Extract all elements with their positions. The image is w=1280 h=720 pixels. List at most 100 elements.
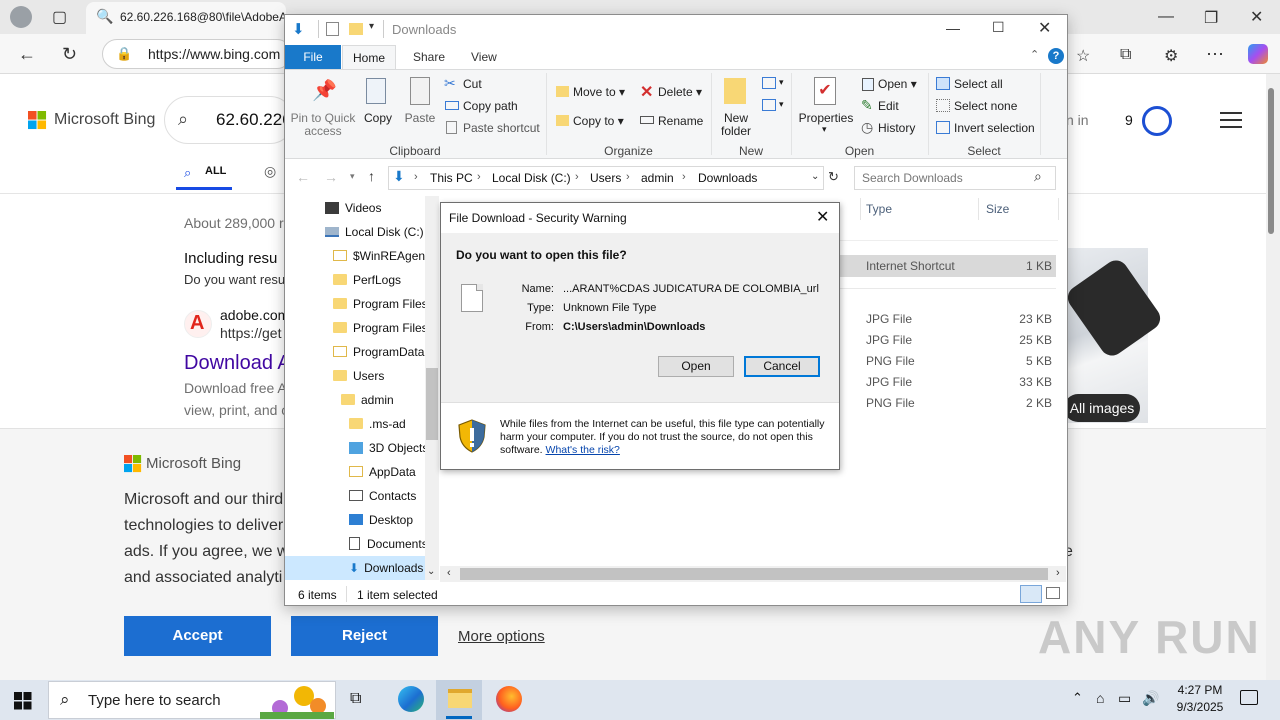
copy-path-button[interactable]: Copy path	[463, 99, 518, 113]
horizontal-scrollbar-thumb[interactable]	[460, 568, 1048, 580]
details-view-icon[interactable]	[1020, 585, 1042, 603]
tree-item-desktop[interactable]: Desktop	[349, 513, 425, 537]
close-icon[interactable]: ✕	[1250, 7, 1263, 27]
properties-dropdown-icon[interactable]: ▾	[822, 124, 827, 135]
minimize-icon[interactable]: —	[1158, 8, 1174, 26]
cancel-button[interactable]: Cancel	[744, 356, 820, 377]
result-title-link[interactable]: Download A	[184, 352, 291, 375]
notification-center-icon[interactable]	[1240, 690, 1258, 705]
invert-selection-button[interactable]: Invert selection	[954, 121, 1035, 135]
easy-access-icon[interactable]	[762, 99, 776, 111]
paste-button[interactable]: Paste	[402, 112, 438, 125]
rewards-icon[interactable]	[1142, 106, 1172, 136]
tree-item-documents[interactable]: Documents	[349, 537, 425, 561]
properties-qat-icon[interactable]	[326, 22, 339, 36]
favorite-icon[interactable]: ☆	[1076, 46, 1090, 66]
explorer-search-icon[interactable]: ⌕	[1034, 168, 1042, 185]
collections-icon[interactable]: ⧉	[1120, 46, 1131, 64]
open-button[interactable]: Open	[658, 356, 734, 377]
new-folder-button[interactable]: New folder	[714, 112, 758, 138]
all-images-button[interactable]: All images	[1064, 394, 1140, 422]
collapse-ribbon-icon[interactable]: ⌃	[1030, 48, 1039, 61]
paste-shortcut-button[interactable]: Paste shortcut	[463, 121, 540, 135]
large-icons-view-icon[interactable]	[1046, 587, 1060, 599]
pin-to-quick-access-button[interactable]: Pin to Quick access	[290, 112, 356, 138]
sign-in-link[interactable]: n in	[1066, 112, 1089, 128]
profile-avatar[interactable]	[10, 6, 32, 28]
firefox-taskbar-icon[interactable]	[496, 686, 522, 712]
move-to-button[interactable]: Move to ▾	[573, 85, 625, 99]
refresh-path-icon[interactable]: ↻	[828, 169, 839, 185]
back-arrow-icon[interactable]: ←	[296, 169, 310, 185]
explorer-minimize-icon[interactable]: —	[946, 20, 960, 36]
network-icon[interactable]: ▭	[1118, 690, 1131, 707]
tree-item-ms-ad[interactable]: .ms-ad	[349, 417, 425, 441]
taskbar-date[interactable]: 9/3/2025	[1170, 700, 1230, 714]
dialog-close-icon[interactable]: ✕	[816, 207, 829, 227]
more-icon[interactable]: ⋯	[1206, 44, 1224, 65]
result-site-name[interactable]: adobe.com	[220, 307, 289, 323]
back-icon[interactable]: ←	[18, 44, 36, 65]
bing-search-query[interactable]: 62.60.226	[216, 110, 292, 130]
breadcrumb-downloads[interactable]: Downloads	[698, 171, 757, 185]
help-icon[interactable]: ?	[1048, 48, 1064, 64]
cut-button[interactable]: Cut	[463, 77, 482, 91]
select-none-button[interactable]: Select none	[954, 99, 1017, 113]
refresh-icon[interactable]: ↻	[62, 44, 77, 65]
scroll-left-icon[interactable]: ‹	[447, 567, 451, 579]
copy-button[interactable]: Copy	[360, 112, 396, 125]
column-header-type[interactable]: Type	[866, 202, 892, 216]
rename-button[interactable]: Rename	[658, 114, 703, 128]
new-item-dropdown-icon[interactable]: ▾	[779, 77, 784, 88]
accept-button[interactable]: Accept	[124, 616, 271, 656]
taskbar-time[interactable]: 4:27 PM	[1170, 683, 1230, 697]
breadcrumb-local-disk[interactable]: Local Disk (C:)	[492, 171, 571, 185]
breadcrumb-users[interactable]: Users	[590, 171, 621, 185]
result-url[interactable]: https://get	[220, 325, 281, 341]
nav-pane-scrollbar-thumb[interactable]	[426, 368, 438, 440]
volume-icon[interactable]: 🔊	[1142, 690, 1159, 707]
bing-logo[interactable]: Microsoft Bing	[54, 111, 155, 129]
edit-button[interactable]: Edit	[878, 99, 899, 113]
page-scrollbar-thumb[interactable]	[1268, 88, 1274, 234]
tab-all[interactable]: ALL	[205, 165, 226, 177]
scroll-right-icon[interactable]: ›	[1056, 567, 1060, 579]
tab-home[interactable]: Home	[342, 45, 396, 70]
tree-item-appdata[interactable]: AppData	[349, 465, 425, 489]
did-you-mean-text[interactable]: Do you want resu	[184, 272, 285, 287]
file-explorer-taskbar-icon[interactable]	[448, 689, 472, 708]
select-all-button[interactable]: Select all	[954, 77, 1003, 91]
delete-button[interactable]: Delete ▾	[658, 85, 702, 99]
column-header-size[interactable]: Size	[986, 202, 1009, 216]
recent-locations-icon[interactable]: ▾	[350, 171, 355, 182]
history-button[interactable]: History	[878, 121, 915, 135]
open-button[interactable]: Open ▾	[878, 77, 917, 91]
edge-taskbar-icon[interactable]	[398, 686, 424, 712]
tab-share[interactable]: Share	[413, 50, 445, 64]
reject-button[interactable]: Reject	[291, 616, 438, 656]
new-folder-qat-icon[interactable]	[349, 23, 363, 35]
tab-file[interactable]: File	[285, 45, 341, 69]
tree-item-3d-objects[interactable]: 3D Objects	[349, 441, 425, 465]
lock-icon[interactable]: 🔒	[116, 46, 132, 62]
explorer-maximize-icon[interactable]: ☐	[992, 19, 1005, 36]
explorer-close-icon[interactable]: ✕	[1038, 18, 1051, 38]
tab-actions-icon[interactable]: ▢	[52, 7, 67, 27]
copilot-icon[interactable]	[1248, 44, 1268, 64]
show-hidden-icons-icon[interactable]: ⌃	[1072, 690, 1083, 706]
tree-item-contacts[interactable]: Contacts	[349, 489, 425, 513]
search-icon[interactable]: ⌕	[178, 109, 188, 130]
device-icon[interactable]: ⌂	[1096, 690, 1104, 706]
copilot-tab-icon[interactable]: ◎	[264, 163, 276, 180]
easy-access-dropdown-icon[interactable]: ▾	[779, 99, 784, 110]
extensions-icon[interactable]: ⚙	[1164, 46, 1178, 66]
more-options-link[interactable]: More options	[458, 628, 545, 645]
whats-the-risk-link[interactable]: What's the risk?	[546, 444, 620, 456]
path-dropdown-icon[interactable]: ⌄	[811, 171, 819, 182]
scroll-down-icon[interactable]: ⌄	[427, 566, 435, 577]
forward-arrow-icon[interactable]: →	[324, 169, 338, 185]
breadcrumb-this-pc[interactable]: This PC	[430, 171, 473, 185]
new-item-icon[interactable]	[762, 77, 776, 89]
up-arrow-icon[interactable]: ↑	[368, 168, 375, 184]
task-view-icon[interactable]: ⧉	[350, 690, 361, 708]
